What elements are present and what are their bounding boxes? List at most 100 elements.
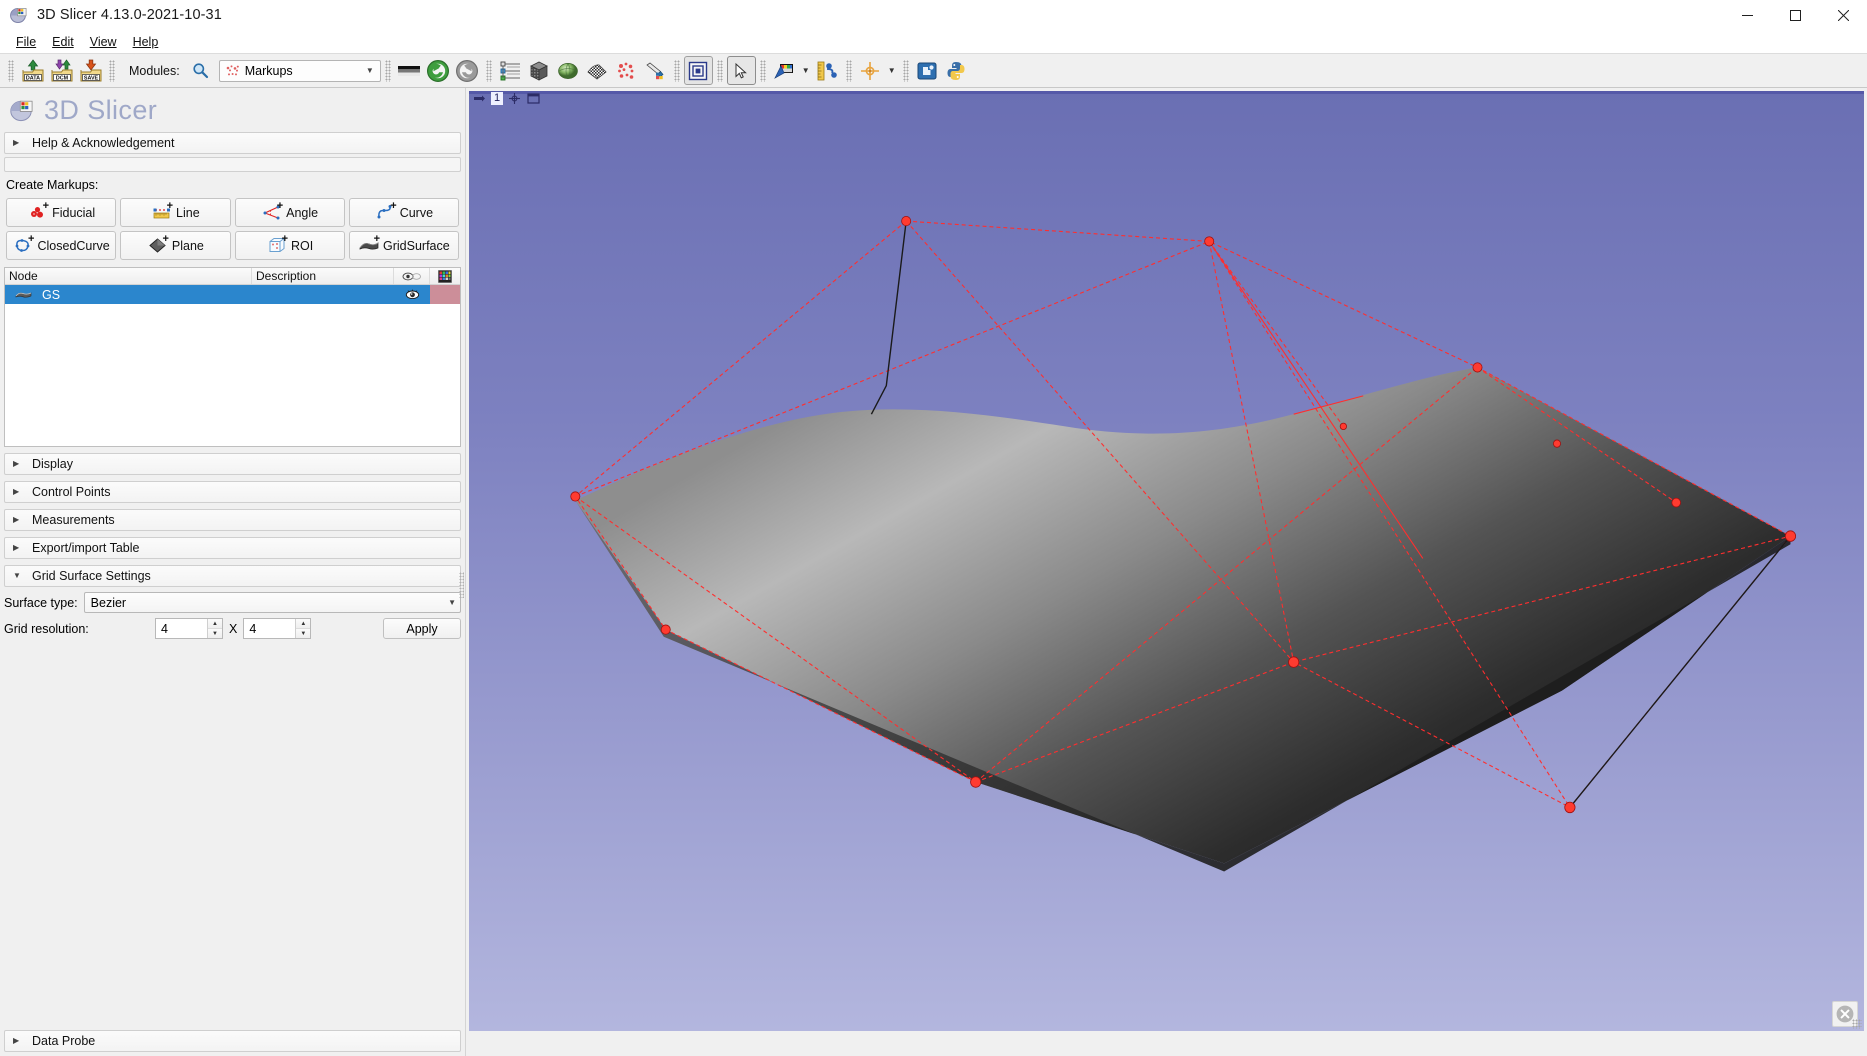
data-probe-dock: ▶ Data Probe xyxy=(0,1030,465,1056)
crosshair-button[interactable] xyxy=(856,56,885,85)
menu-file[interactable]: File xyxy=(8,33,44,51)
menu-view-label: View xyxy=(89,35,117,49)
toolbar-grip-4[interactable] xyxy=(485,59,492,82)
modules-label: Modules: xyxy=(129,63,180,78)
column-header-visibility[interactable] xyxy=(394,268,430,284)
section-help-acknowledgement[interactable]: ▶ Help & Acknowledgement xyxy=(4,132,461,154)
create-curve-button[interactable]: + Curve xyxy=(348,198,459,227)
window-level-button[interactable] xyxy=(770,56,799,85)
crosshair-dropdown-arrow[interactable]: ▼ xyxy=(885,56,899,85)
models-button[interactable] xyxy=(554,56,583,85)
grid-resolution-separator: X xyxy=(229,621,238,636)
plus-icon: + xyxy=(166,200,174,212)
create-closed-curve-label: ClosedCurve xyxy=(37,238,110,253)
surface-type-combo[interactable]: Bezier ▼ xyxy=(83,592,461,613)
markups-fiducials-button[interactable] xyxy=(612,56,641,85)
column-header-description[interactable]: Description xyxy=(252,268,394,284)
markups-node-table[interactable]: Node Description GS xyxy=(4,267,461,447)
spin-up-button[interactable]: ▲ xyxy=(296,619,311,629)
toolbar-grip-3[interactable] xyxy=(384,59,391,82)
section-data-probe[interactable]: ▶ Data Probe xyxy=(4,1030,461,1052)
grid-resolution-x-value: 4 xyxy=(161,621,168,636)
section-grid-surface-settings[interactable]: ▼ Grid Surface Settings xyxy=(4,565,461,587)
toolbar-grip-5[interactable] xyxy=(673,59,680,82)
svg-text:SAVE: SAVE xyxy=(83,75,98,81)
spin-down-button[interactable]: ▼ xyxy=(208,629,222,638)
window-level-dropdown-arrow[interactable]: ▼ xyxy=(799,56,813,85)
menu-view[interactable]: View xyxy=(82,33,125,51)
column-header-node[interactable]: Node xyxy=(5,268,252,284)
plus-icon: + xyxy=(276,200,284,212)
toolbar-grip[interactable] xyxy=(8,59,14,82)
node-visibility-toggle[interactable] xyxy=(394,289,430,300)
view-resize-grip[interactable] xyxy=(1852,1019,1862,1029)
section-export-import-table[interactable]: ▶ Export/import Table xyxy=(4,537,461,559)
grid-surface-model xyxy=(575,367,1791,864)
toolbar-grip-8[interactable] xyxy=(845,59,852,82)
create-grid-surface-button[interactable]: + GridSurface xyxy=(348,231,459,260)
extension-manager-button[interactable] xyxy=(913,56,942,85)
module-search-button[interactable] xyxy=(186,56,215,85)
create-angle-label: Angle xyxy=(286,205,319,220)
subject-hierarchy-button[interactable] xyxy=(496,56,525,85)
module-previous-button[interactable] xyxy=(424,56,453,85)
ruler-button[interactable] xyxy=(813,56,842,85)
grid-surface-icon xyxy=(15,289,32,300)
apply-button[interactable]: Apply xyxy=(383,618,461,639)
svg-text:DATA: DATA xyxy=(25,75,39,81)
section-measurements[interactable]: ▶ Measurements xyxy=(4,509,461,531)
toolbar-grip-9[interactable] xyxy=(902,59,909,82)
chevron-down-icon[interactable]: ▼ xyxy=(366,66,378,75)
module-selector-combo[interactable]: Markups ▼ xyxy=(218,59,381,82)
svg-text:DCM: DCM xyxy=(55,75,68,81)
section-display[interactable]: ▶ Display xyxy=(4,453,461,475)
segmentations-button[interactable] xyxy=(583,56,612,85)
mouse-mode-button[interactable] xyxy=(726,56,756,85)
create-roi-button[interactable]: + ROI xyxy=(234,231,345,260)
toolbar-grip-6[interactable] xyxy=(716,59,723,82)
grid-resolution-x-spinbox[interactable]: 4 ▲ ▼ xyxy=(155,618,223,639)
volume-rendering-button[interactable] xyxy=(525,56,554,85)
screenshot-button[interactable] xyxy=(683,56,713,85)
closed-curve-icon: + xyxy=(12,234,34,255)
save-data-button[interactable]: SAVE xyxy=(76,56,105,85)
create-closed-curve-button[interactable]: + ClosedCurve xyxy=(6,231,117,260)
column-header-color[interactable] xyxy=(430,268,460,284)
spin-down-button[interactable]: ▼ xyxy=(296,629,311,638)
create-fiducial-button[interactable]: + Fiducial xyxy=(6,198,117,227)
create-line-button[interactable]: + Line xyxy=(120,198,231,227)
color-scale-button[interactable] xyxy=(395,56,424,85)
chevron-down-icon[interactable]: ▼ xyxy=(448,598,456,607)
toolbar-grip-2[interactable] xyxy=(109,59,115,82)
create-angle-button[interactable]: + Angle xyxy=(234,198,345,227)
python-console-button[interactable] xyxy=(942,56,971,85)
toolbar-grip-7[interactable] xyxy=(759,59,766,82)
center-view-icon[interactable] xyxy=(507,92,522,105)
surface-type-label: Surface type: xyxy=(4,595,78,610)
panel-resize-handle[interactable] xyxy=(459,572,464,598)
module-next-button[interactable] xyxy=(453,56,482,85)
grid-surface-settings-body: Surface type: Bezier ▼ Grid resolution: … xyxy=(4,592,461,639)
pin-icon[interactable] xyxy=(472,92,487,105)
view-layout-area: 1 xyxy=(466,88,1867,1056)
maximize-button[interactable] xyxy=(1771,0,1819,31)
create-line-label: Line xyxy=(176,205,200,220)
slicer-application-window: 3D Slicer 4.13.0-2021-10-31 File Edit Vi… xyxy=(0,0,1867,1056)
minimize-button[interactable] xyxy=(1723,0,1771,31)
menu-edit[interactable]: Edit xyxy=(44,33,82,51)
spin-up-button[interactable]: ▲ xyxy=(208,619,222,629)
color-swatch[interactable] xyxy=(430,285,460,304)
create-plane-button[interactable]: + Plane xyxy=(120,231,231,260)
table-row[interactable]: GS xyxy=(5,285,460,304)
load-data-button[interactable]: DATA xyxy=(18,56,47,85)
grid-resolution-y-spinbox[interactable]: 4 ▲ ▼ xyxy=(243,618,312,639)
load-dicom-button[interactable]: DCM xyxy=(47,56,76,85)
segment-editor-button[interactable] xyxy=(641,56,670,85)
grid-resolution-y-value: 4 xyxy=(249,621,257,636)
3d-view[interactable]: 1 xyxy=(469,91,1864,1031)
section-control-points[interactable]: ▶ Control Points xyxy=(4,481,461,503)
node-color-swatch[interactable] xyxy=(430,285,460,304)
close-button[interactable] xyxy=(1819,0,1867,31)
menu-help[interactable]: Help xyxy=(125,33,167,51)
maximize-view-icon[interactable] xyxy=(526,92,541,105)
